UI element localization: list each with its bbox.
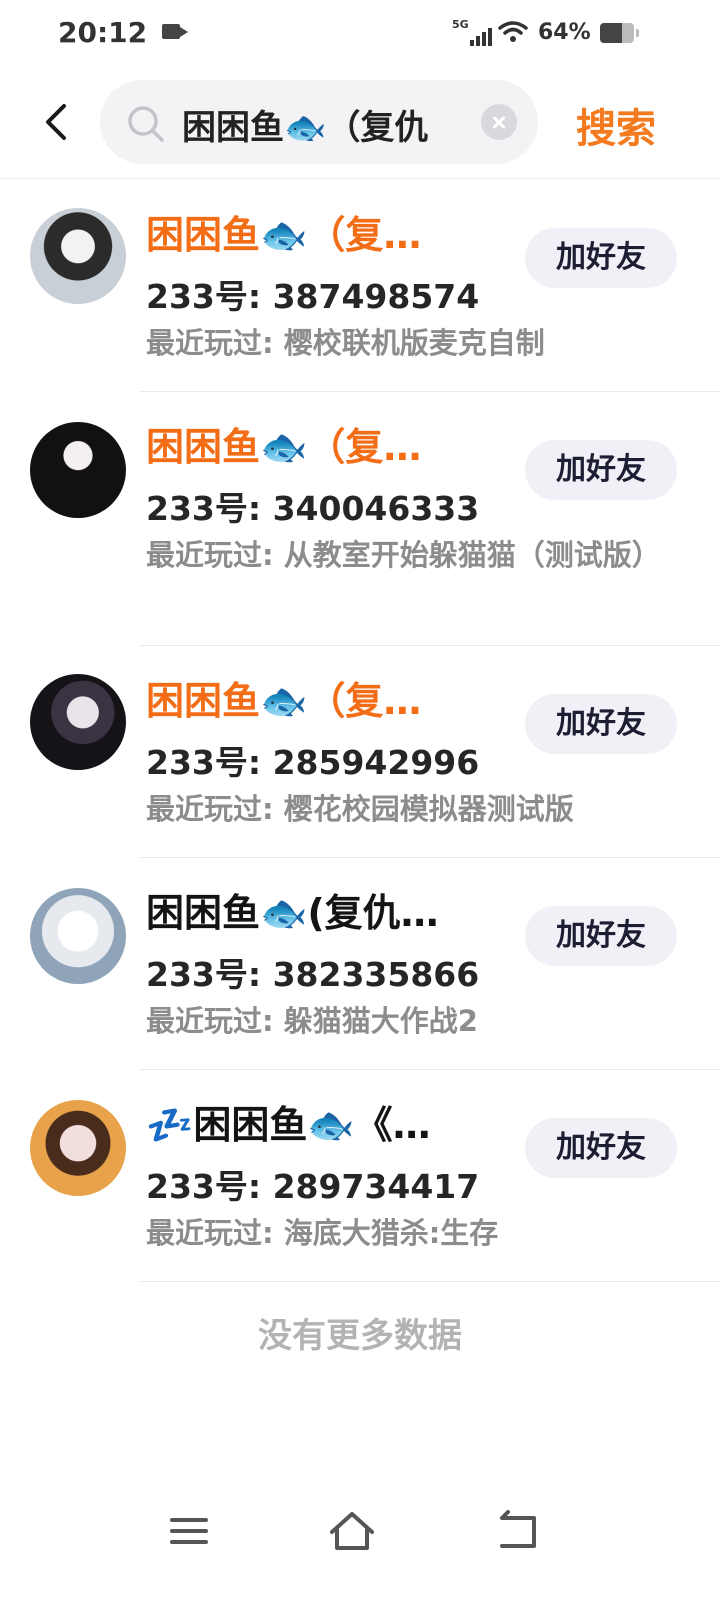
avatar[interactable] xyxy=(30,888,126,984)
search-header: 困困鱼🐟（复仇 搜索 xyxy=(0,78,720,179)
recently-played: 最近玩过: 樱校联机版麦克自制 xyxy=(146,326,545,360)
chevron-left-icon[interactable] xyxy=(38,100,78,144)
add-friend-button[interactable]: 加好友 xyxy=(525,440,677,500)
back-icon[interactable] xyxy=(488,1506,548,1556)
recently-played: 最近玩过: 樱花校园模拟器测试版 xyxy=(146,792,574,826)
search-query-text[interactable]: 困困鱼🐟（复仇 xyxy=(182,100,462,146)
user-name: 困困鱼🐟（复… xyxy=(146,679,422,723)
recently-played: 最近玩过: 躲猫猫大作战2 xyxy=(146,1004,478,1038)
user-id: 233号: 289734417 xyxy=(146,1167,480,1206)
search-button[interactable]: 搜索 xyxy=(576,96,656,154)
system-nav-bar xyxy=(0,1490,720,1600)
battery-icon xyxy=(600,23,634,43)
recently-played: 最近玩过: 海底大猎杀:生存 xyxy=(146,1216,499,1250)
wifi-icon xyxy=(498,21,528,42)
user-id: 233号: 382335866 xyxy=(146,955,480,994)
list-item[interactable]: 困困鱼🐟(复仇… 233号: 382335866 最近玩过: 躲猫猫大作战2 加… xyxy=(0,858,720,1070)
status-bar: 20:12 5G 64% xyxy=(0,0,720,70)
user-name: 困困鱼🐟（复… xyxy=(146,425,422,469)
list-item[interactable]: 困困鱼🐟（复… 233号: 285942996 最近玩过: 樱花校园模拟器测试版… xyxy=(0,646,720,858)
search-icon xyxy=(128,106,164,142)
user-id: 233号: 340046333 xyxy=(146,489,480,528)
avatar[interactable] xyxy=(30,208,126,304)
result-list: 困困鱼🐟（复… 233号: 387498574 最近玩过: 樱校联机版麦克自制 … xyxy=(0,180,720,1282)
menu-icon[interactable] xyxy=(160,1506,220,1556)
battery-percent: 64% xyxy=(538,20,591,45)
cellular-signal-icon: 5G xyxy=(452,18,492,46)
network-type: 5G xyxy=(452,18,469,31)
clear-icon[interactable] xyxy=(481,104,517,140)
user-name: 困困鱼🐟(复仇… xyxy=(146,891,439,935)
avatar[interactable] xyxy=(30,422,126,518)
video-camera-icon xyxy=(162,24,188,39)
add-friend-button[interactable]: 加好友 xyxy=(525,906,677,966)
user-name: 困困鱼🐟（复… xyxy=(146,213,422,257)
user-name: 💤困困鱼🐟《… xyxy=(146,1103,431,1147)
list-item[interactable]: 💤困困鱼🐟《… 233号: 289734417 最近玩过: 海底大猎杀:生存 加… xyxy=(0,1070,720,1282)
list-item[interactable]: 困困鱼🐟（复… 233号: 340046333 最近玩过: 从教室开始躲猫猫（测… xyxy=(0,392,720,646)
recently-played: 最近玩过: 从教室开始躲猫猫（测试版） xyxy=(146,538,661,572)
user-id: 233号: 285942996 xyxy=(146,743,480,782)
add-friend-button[interactable]: 加好友 xyxy=(525,694,677,754)
no-more-data-text: 没有更多数据 xyxy=(258,1316,462,1356)
home-icon[interactable] xyxy=(322,1506,382,1556)
avatar[interactable] xyxy=(30,1100,126,1196)
search-input[interactable]: 困困鱼🐟（复仇 xyxy=(100,80,538,164)
avatar[interactable] xyxy=(30,674,126,770)
list-item[interactable]: 困困鱼🐟（复… 233号: 387498574 最近玩过: 樱校联机版麦克自制 … xyxy=(0,180,720,392)
add-friend-button[interactable]: 加好友 xyxy=(525,228,677,288)
add-friend-button[interactable]: 加好友 xyxy=(525,1118,677,1178)
status-time: 20:12 xyxy=(58,16,148,49)
user-id: 233号: 387498574 xyxy=(146,277,480,316)
